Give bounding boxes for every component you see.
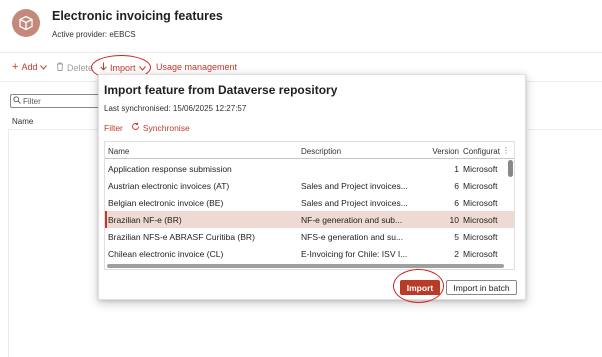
table-row[interactable]: Austrian electronic invoices (AT) Sales … <box>105 177 514 194</box>
horizontal-scrollbar[interactable] <box>107 264 504 268</box>
cell-name: Chilean electronic invoice (CL) <box>108 249 224 259</box>
import-button-annotation-circle <box>393 269 444 303</box>
import-feature-dialog: Import feature from Dataverse repository… <box>98 74 526 300</box>
trash-icon <box>56 62 64 73</box>
cell-name: Belgian electronic invoice (BE) <box>108 198 224 208</box>
cell-description: Sales and Project invoices... <box>301 198 408 208</box>
cell-description: Sales and Project invoices... <box>301 181 408 191</box>
cell-description: NFS-e generation and su... <box>301 232 404 242</box>
synchronise-label: Synchronise <box>142 122 190 133</box>
cell-version: 1 <box>454 164 459 174</box>
cell-name: Application response submission <box>108 164 232 174</box>
background-filter-input[interactable]: Filter <box>10 94 110 108</box>
divider <box>528 129 602 130</box>
filter-button[interactable]: Filter <box>104 123 123 133</box>
chevron-down-icon <box>40 62 48 72</box>
selection-indicator <box>105 211 107 228</box>
column-header-description[interactable]: Description <box>301 147 411 156</box>
table-row[interactable]: Brazilian NFS-e ABRASF Curitiba (BR) NFS… <box>105 228 514 245</box>
table-row[interactable]: Chilean electronic invoice (CL) E-Invoic… <box>105 245 514 262</box>
cell-name: Brazilian NFS-e ABRASF Curitiba (BR) <box>108 232 255 242</box>
table-row[interactable]: Application response submission 1 Micros… <box>105 160 514 177</box>
add-label: Add <box>21 62 38 72</box>
refresh-icon <box>131 122 140 133</box>
dialog-action-bar: Filter Synchronise <box>104 122 190 133</box>
dialog-title: Import feature from Dataverse repository <box>104 83 338 97</box>
cell-version: 5 <box>454 232 459 242</box>
cell-version: 10 <box>449 215 459 225</box>
column-header-configuration[interactable]: Configurat <box>463 147 505 156</box>
vertical-scrollbar[interactable] <box>508 160 513 177</box>
more-options-icon[interactable]: ⋮ <box>502 146 510 155</box>
divider <box>8 129 9 357</box>
delete-label: Delete <box>67 62 94 73</box>
cell-configuration: Microsoft <box>463 215 498 225</box>
synchronise-button[interactable]: Synchronise <box>131 122 190 133</box>
column-header-version[interactable]: Version <box>411 147 459 156</box>
page-header: Electronic invoicing features Active pro… <box>0 0 602 48</box>
last-synchronised-text: Last synchronised: 15/06/2025 12:27:57 <box>104 104 247 113</box>
table-row[interactable]: Belgian electronic invoice (BE) Sales an… <box>105 194 514 211</box>
import-in-batch-button[interactable]: Import in batch <box>446 280 517 295</box>
cell-version: 6 <box>454 181 459 191</box>
cell-description: NF-e generation and sub... <box>301 215 403 225</box>
add-button[interactable]: + Add <box>12 60 48 73</box>
column-header-name[interactable]: Name <box>108 147 296 156</box>
grid-header: Name Description Version Configurat ⋮ <box>105 142 514 159</box>
divider <box>8 129 110 130</box>
usage-management-button[interactable]: Usage management <box>156 62 237 72</box>
cell-configuration: Microsoft <box>463 232 498 242</box>
cell-configuration: Microsoft <box>463 249 498 259</box>
cell-configuration: Microsoft <box>463 198 498 208</box>
search-icon <box>13 96 21 106</box>
cell-name: Brazilian NF-e (BR) <box>108 215 182 225</box>
cell-name: Austrian electronic invoices (AT) <box>108 181 230 191</box>
table-row-selected[interactable]: Brazilian NF-e (BR) NF-e generation and … <box>105 211 514 228</box>
filter-placeholder: Filter <box>23 96 41 106</box>
page-title: Electronic invoicing features <box>52 9 223 23</box>
features-grid: Name Description Version Configurat ⋮ Ap… <box>104 141 515 270</box>
cell-description: E-Invoicing for Chile: ISV I... <box>301 249 408 259</box>
cell-configuration: Microsoft <box>463 164 498 174</box>
package-icon <box>12 9 40 37</box>
background-name-column-header: Name <box>12 117 34 126</box>
delete-button[interactable]: Delete <box>56 62 93 73</box>
plus-icon: + <box>12 60 19 73</box>
cell-configuration: Microsoft <box>463 181 498 191</box>
usage-label: Usage management <box>156 62 238 72</box>
cell-version: 6 <box>454 198 459 208</box>
cell-version: 2 <box>454 249 459 259</box>
active-provider: Active provider: eEBCS <box>52 30 136 39</box>
